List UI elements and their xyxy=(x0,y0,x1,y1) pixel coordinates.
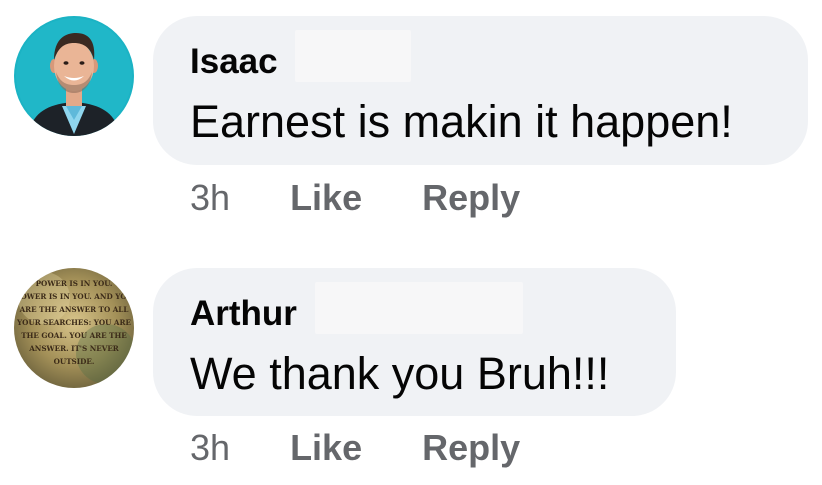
avatar-quote-line: ANSWER. IT'S NEVER xyxy=(28,344,120,353)
avatar-quote-line: THE GOAL. YOU ARE THE xyxy=(21,331,127,340)
comment-text: We thank you Bruh!!! xyxy=(190,348,610,399)
like-button[interactable]: Like xyxy=(290,428,362,468)
comment-text: Earnest is makin it happen! xyxy=(190,96,733,147)
redaction-block xyxy=(295,30,411,82)
avatar-quote-line: POWER IS IN YOU. xyxy=(36,279,113,288)
comment-actions: 3h Like Reply xyxy=(190,428,570,468)
avatar-quote-line: YOUR SEARCHES: YOU ARE xyxy=(16,318,131,327)
avatar-person-photo xyxy=(14,16,134,136)
avatar-quote-line: ARE THE ANSWER TO ALL xyxy=(19,305,129,314)
redaction-block xyxy=(315,282,523,334)
comment-bubble: Isaac Earnest is makin it happen! xyxy=(153,16,808,165)
avatar-quote-line: OUTSIDE. xyxy=(54,357,95,366)
reply-button[interactable]: Reply xyxy=(422,428,520,468)
reply-button[interactable]: Reply xyxy=(422,178,520,218)
comment-actions: 3h Like Reply xyxy=(190,178,570,218)
avatar[interactable] xyxy=(14,16,134,136)
avatar-quote-image: POWER IS IN YOU. POWER IS IN YOU. AND YO… xyxy=(14,268,134,388)
comment-author-name[interactable]: Isaac xyxy=(190,42,278,82)
comment-timestamp[interactable]: 3h xyxy=(190,178,230,218)
comment-author-name[interactable]: Arthur xyxy=(190,294,297,334)
like-button[interactable]: Like xyxy=(290,178,362,218)
avatar-quote-line: POWER IS IN YOU. AND YOU xyxy=(15,292,133,301)
avatar[interactable]: POWER IS IN YOU. POWER IS IN YOU. AND YO… xyxy=(14,268,134,388)
comment-bubble: Arthur We thank you Bruh!!! xyxy=(153,268,676,416)
comment-timestamp[interactable]: 3h xyxy=(190,428,230,468)
